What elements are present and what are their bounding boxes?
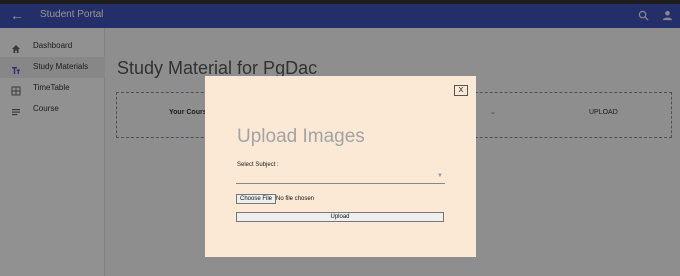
chevron-down-icon: ▼ bbox=[437, 173, 443, 179]
upload-images-dialog: X Upload Images Select Subject : ▼ Choos… bbox=[205, 76, 476, 257]
dialog-title: Upload Images bbox=[237, 126, 365, 147]
screen-frame: ← Student Portal Dashboard Study Materia… bbox=[0, 0, 680, 276]
close-button[interactable]: X bbox=[454, 85, 468, 96]
app-window: ← Student Portal Dashboard Study Materia… bbox=[0, 4, 680, 276]
upload-button[interactable]: Upload bbox=[236, 212, 444, 222]
file-status: No file chosen bbox=[276, 196, 315, 202]
subject-label: Select Subject : bbox=[237, 162, 279, 168]
choose-file-button[interactable]: Choose File bbox=[236, 194, 277, 204]
subject-select[interactable]: ▼ bbox=[236, 171, 445, 184]
